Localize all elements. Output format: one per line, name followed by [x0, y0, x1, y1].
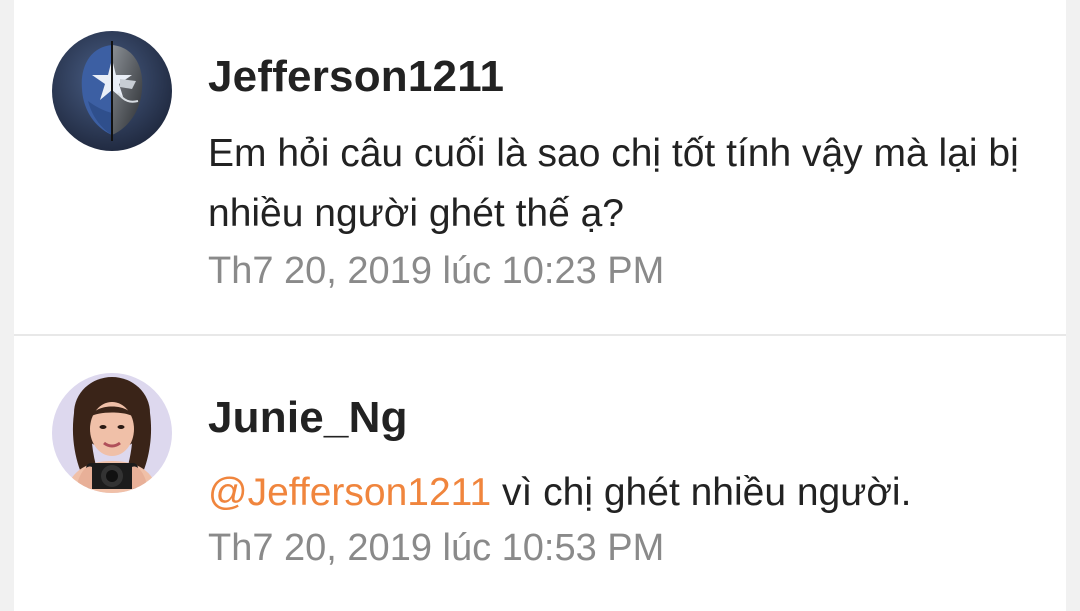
comment-item: Jefferson1211 Em hỏi câu cuối là sao chị… — [14, 0, 1066, 334]
avatar[interactable] — [52, 373, 172, 493]
comment-feed: Jefferson1211 Em hỏi câu cuối là sao chị… — [0, 0, 1080, 611]
timestamp: Th7 20, 2019 lúc 10:23 PM — [208, 250, 665, 292]
mention-link[interactable]: @Jefferson1211 — [208, 471, 491, 514]
masked-hero-avatar-icon — [52, 31, 172, 151]
comment-text: @Jefferson1211 vì chị ghét nhiều người. — [208, 463, 1044, 523]
username[interactable]: Junie_Ng — [208, 393, 408, 443]
comment-item: Junie_Ng @Jefferson1211 vì chị ghét nhiề… — [14, 336, 1066, 611]
username[interactable]: Jefferson1211 — [208, 52, 504, 102]
timestamp: Th7 20, 2019 lúc 10:53 PM — [208, 527, 665, 569]
reply-text: vì chị ghét nhiều người. — [491, 471, 912, 514]
avatar[interactable] — [52, 31, 172, 151]
comment-text: Em hỏi câu cuối là sao chị tốt tính vậy … — [208, 132, 1019, 235]
woman-with-camera-avatar-icon — [52, 373, 172, 493]
